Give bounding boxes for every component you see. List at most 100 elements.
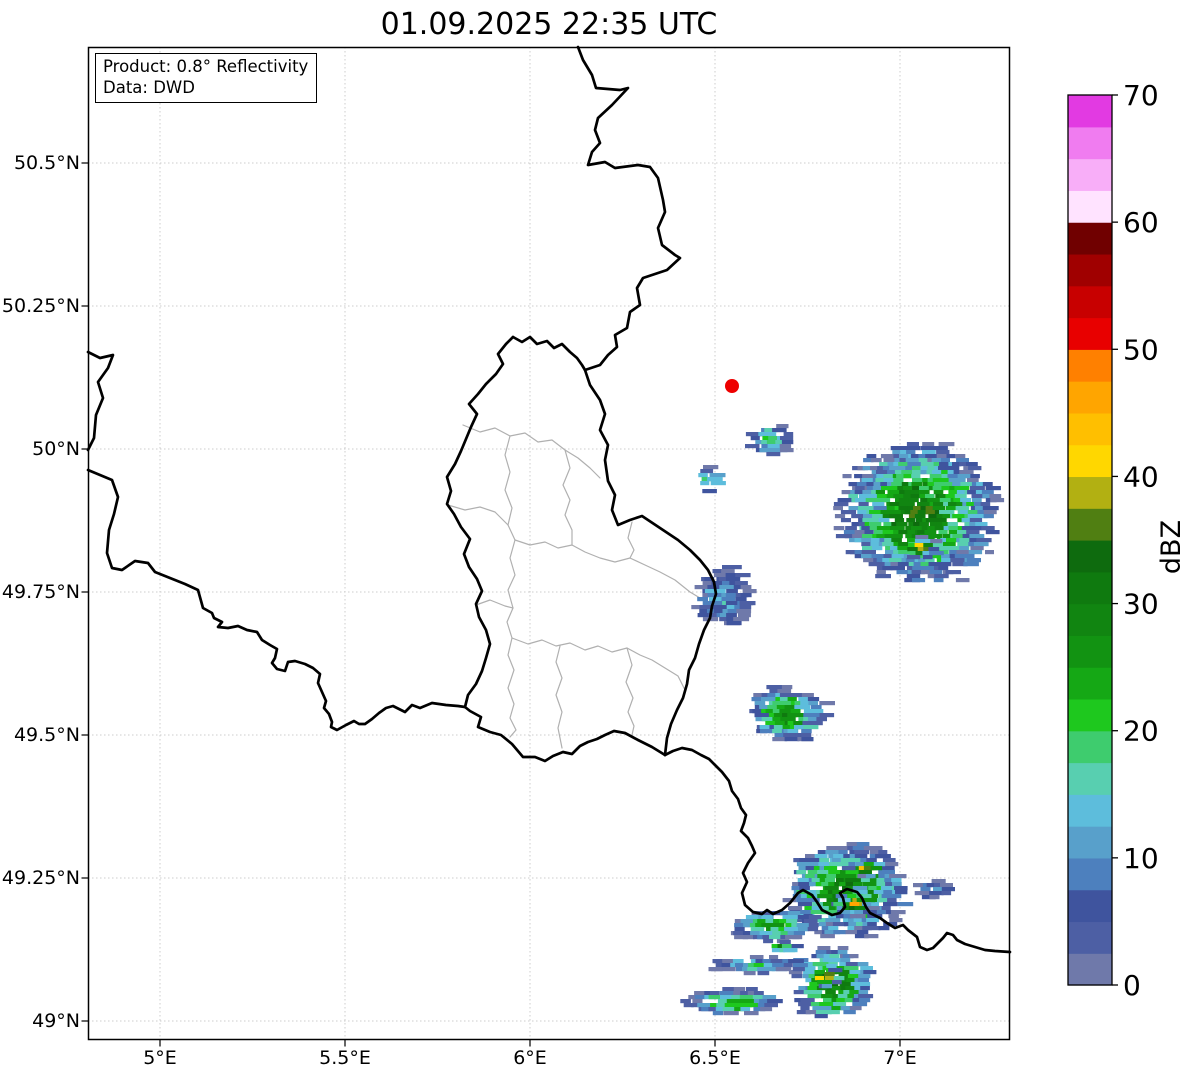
radar-cell xyxy=(702,489,717,494)
radar-cell xyxy=(880,454,894,459)
radar-cell xyxy=(784,927,795,932)
radar-cell xyxy=(976,538,992,543)
radar-cell xyxy=(889,558,903,563)
radar-cell xyxy=(856,842,870,847)
radar-cell xyxy=(801,737,814,742)
radar-cell xyxy=(922,442,935,447)
radar-cell xyxy=(866,918,880,923)
country-border xyxy=(86,468,467,732)
radar-cell xyxy=(721,597,736,602)
colorbar-band xyxy=(1068,126,1112,160)
radar-cell xyxy=(873,506,889,511)
radar-cell xyxy=(770,959,783,964)
radar-cell xyxy=(826,964,837,969)
radar-cell xyxy=(887,898,897,903)
colorbar-band xyxy=(1068,571,1112,605)
radar-cell xyxy=(983,510,997,515)
y-tick-label: 50.5°N xyxy=(13,152,80,174)
radar-cell xyxy=(858,974,871,979)
radar-cell xyxy=(759,725,770,730)
radar-cell xyxy=(780,717,796,722)
radar-cell xyxy=(969,534,985,539)
radar-cell xyxy=(749,955,764,960)
admin-border xyxy=(504,435,516,541)
radar-cell xyxy=(780,436,794,441)
radar-cell xyxy=(842,474,852,479)
radar-cell xyxy=(919,522,929,527)
radar-cell xyxy=(793,963,808,968)
radar-cell xyxy=(990,498,1005,503)
radar-cell xyxy=(807,870,818,875)
radar-cell xyxy=(940,883,953,888)
colorbar-band xyxy=(1068,476,1112,509)
radar-cell xyxy=(820,934,835,939)
radar-cell xyxy=(726,999,742,1004)
radar-cell xyxy=(735,573,751,578)
radar-cell xyxy=(973,542,989,547)
radar-cell xyxy=(897,546,909,551)
radar-cell xyxy=(931,879,946,884)
radar-cell xyxy=(920,887,931,892)
radar-cell xyxy=(772,428,787,433)
radar-cell xyxy=(700,469,714,474)
radar-cell xyxy=(787,729,798,734)
radar-cell xyxy=(858,994,874,999)
radar-cell xyxy=(800,1006,810,1011)
radar-cell xyxy=(878,926,890,931)
radar-cell xyxy=(922,450,936,455)
radar-reflectivity-cells xyxy=(680,424,1005,1019)
radar-cell xyxy=(805,874,815,879)
radar-cell xyxy=(791,944,804,949)
radar-cell xyxy=(929,895,940,900)
radar-cell xyxy=(776,424,789,429)
radar-cell xyxy=(860,966,873,971)
radar-cell xyxy=(962,554,975,559)
radar-cell xyxy=(810,910,822,915)
radar-cell xyxy=(835,1002,847,1007)
radar-cell xyxy=(750,927,765,932)
colorbar-band xyxy=(1068,285,1112,319)
colorbar-band xyxy=(1068,95,1112,128)
radar-cell xyxy=(876,534,886,539)
radar-cell xyxy=(840,510,857,515)
radar-cell xyxy=(819,701,835,706)
radar-cell xyxy=(697,597,709,602)
colorbar-band xyxy=(1068,540,1112,573)
colorbar-band xyxy=(1068,603,1112,636)
radar-cell xyxy=(981,490,994,495)
radar-cell xyxy=(928,534,942,539)
radar-cell xyxy=(826,874,837,879)
colorbar-band xyxy=(1068,667,1112,700)
radar-cell xyxy=(907,555,921,560)
radar-cell xyxy=(955,578,970,583)
radar-cell xyxy=(914,891,931,896)
radar-cell xyxy=(897,902,914,907)
radar-cell xyxy=(966,530,980,535)
radar-cell xyxy=(761,915,773,920)
radar-cell xyxy=(838,850,848,855)
x-tick-label: 7°E xyxy=(883,1047,917,1069)
radar-cell xyxy=(960,482,974,487)
radar-cell xyxy=(698,473,708,478)
radar-cell xyxy=(779,940,791,945)
radar-cell xyxy=(836,998,846,1003)
radar-cell xyxy=(810,709,824,714)
colorbar-band xyxy=(1068,794,1112,827)
radar-cell xyxy=(739,601,756,606)
map-canvas xyxy=(81,45,1012,1047)
y-tick-label: 50°N xyxy=(32,438,80,460)
radar-cell xyxy=(787,697,797,702)
radar-cell xyxy=(757,971,770,976)
radar-cell xyxy=(837,994,849,999)
radar-cell xyxy=(817,946,831,951)
radar-cell xyxy=(814,854,828,859)
colorbar-band xyxy=(1068,730,1112,764)
radar-cell xyxy=(871,554,885,559)
radar-cell xyxy=(793,931,805,936)
radar-cell xyxy=(893,494,905,499)
radar-cell xyxy=(769,955,779,960)
colorbar-band xyxy=(1068,508,1112,541)
info-box: Product: 0.8° Reflectivity Data: DWD xyxy=(95,53,318,103)
radar-cell xyxy=(866,858,877,863)
radar-cell xyxy=(968,466,982,471)
